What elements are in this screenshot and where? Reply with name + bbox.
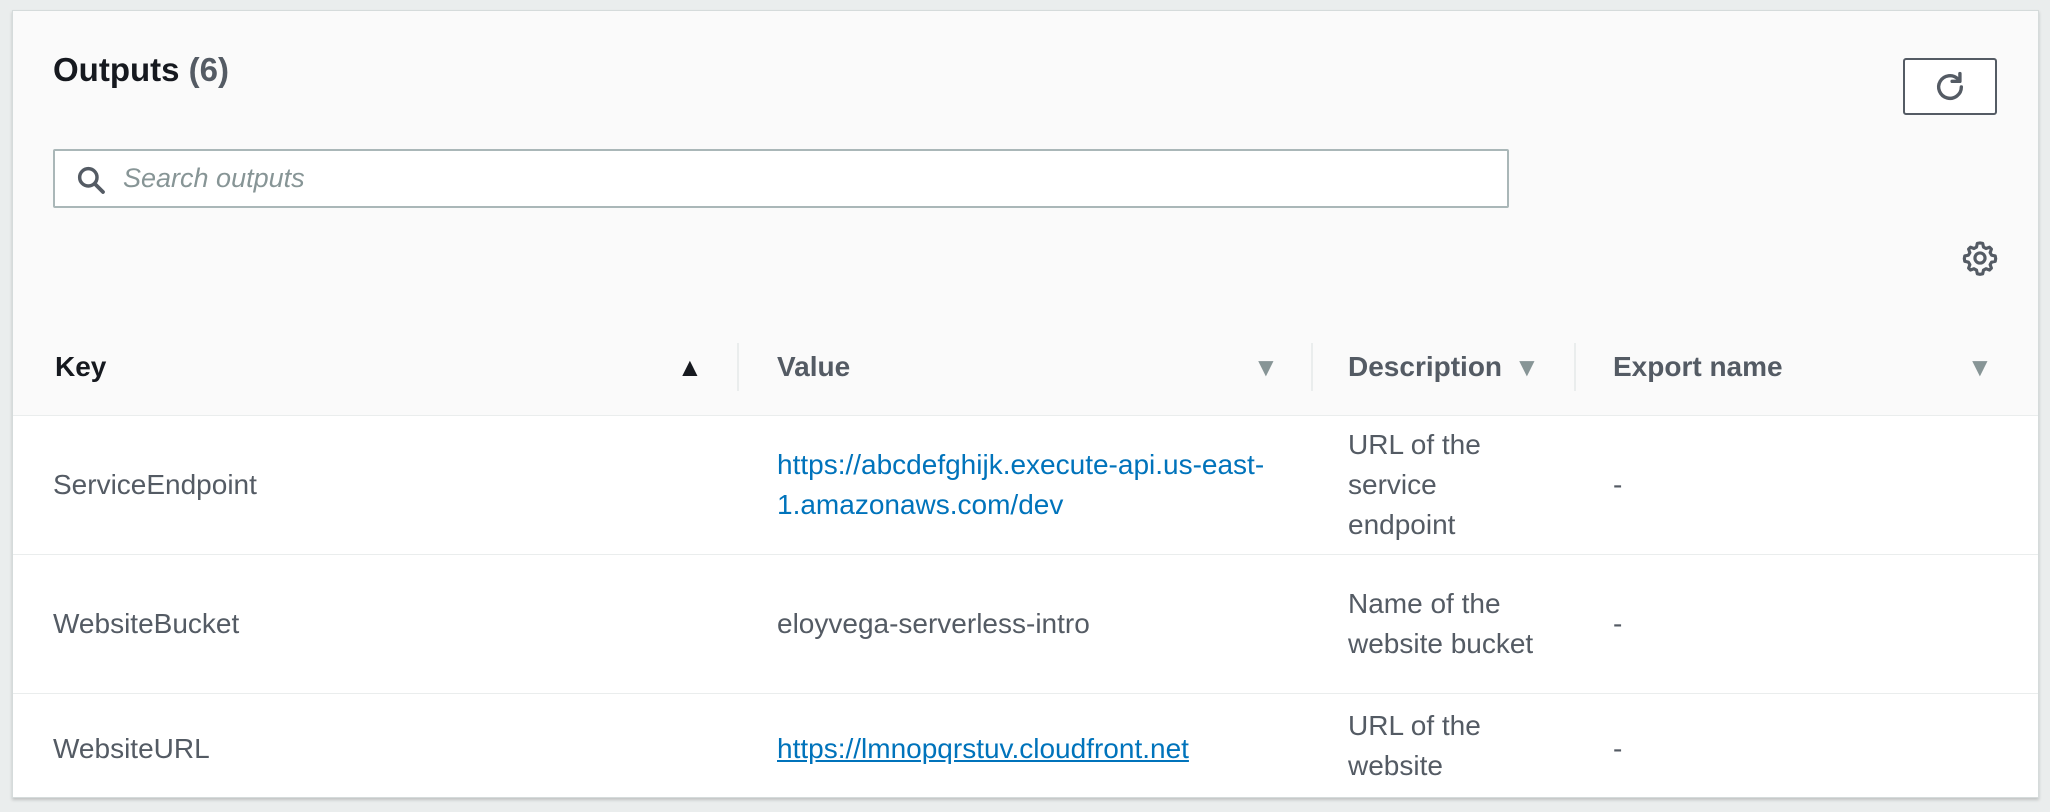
sort-descending-icon[interactable]: ▼	[1514, 319, 1540, 415]
table-row: WebsiteBucket eloyvega-serverless-intro …	[13, 555, 2038, 694]
row-description: URL of the website	[1348, 710, 1481, 781]
column-header-value[interactable]: Value	[777, 319, 850, 415]
table-row: WebsiteURL https://lmnopqrstuv.cloudfron…	[13, 694, 2038, 797]
row-key: ServiceEndpoint	[53, 469, 257, 500]
row-description: URL of the service endpoint	[1348, 429, 1481, 540]
sort-ascending-icon[interactable]: ▲	[677, 319, 703, 415]
row-key: WebsiteURL	[53, 733, 210, 764]
row-value: eloyvega-serverless-intro	[777, 608, 1090, 639]
column-divider[interactable]	[1311, 343, 1313, 391]
panel-header: Outputs (6)	[13, 11, 2038, 320]
column-divider[interactable]	[1574, 343, 1576, 391]
search-input[interactable]	[123, 151, 1493, 206]
title-text: Outputs	[53, 51, 180, 88]
website-url-link[interactable]: https://lmnopqrstuv.cloudfront.net	[777, 729, 1189, 769]
refresh-button[interactable]	[1903, 58, 1997, 115]
service-endpoint-link[interactable]: https://abcdefghijk.execute-api.us-east-…	[777, 445, 1287, 525]
column-header-description[interactable]: Description	[1348, 319, 1502, 415]
sort-descending-icon[interactable]: ▼	[1967, 319, 1993, 415]
search-box[interactable]	[53, 149, 1509, 208]
sort-descending-icon[interactable]: ▼	[1253, 319, 1279, 415]
refresh-icon	[1936, 71, 1964, 100]
row-value: https://lmnopqrstuv.cloudfront.net	[777, 694, 1287, 797]
column-divider[interactable]	[737, 343, 739, 391]
row-export-name: -	[1613, 733, 1623, 764]
row-export-name: -	[1613, 608, 1623, 639]
table-header: Key ▲ Value ▼ Description ▼ Export name …	[13, 319, 2038, 416]
row-key: WebsiteBucket	[53, 608, 240, 639]
gear-icon[interactable]	[1961, 239, 1999, 277]
outputs-count: (6)	[188, 51, 229, 88]
outputs-panel: Outputs (6) Key ▲ Value ▼ Descri	[12, 10, 2039, 798]
row-value: https://abcdefghijk.execute-api.us-east-…	[777, 416, 1287, 554]
column-header-export-name[interactable]: Export name	[1613, 319, 1783, 415]
row-description: Name of the website bucket	[1348, 588, 1534, 659]
page-title: Outputs (6)	[53, 51, 229, 89]
table-row: ServiceEndpoint https://abcdefghijk.exec…	[13, 416, 2038, 555]
column-header-key[interactable]: Key	[55, 319, 106, 415]
search-icon	[77, 166, 105, 194]
row-export-name: -	[1613, 469, 1623, 500]
